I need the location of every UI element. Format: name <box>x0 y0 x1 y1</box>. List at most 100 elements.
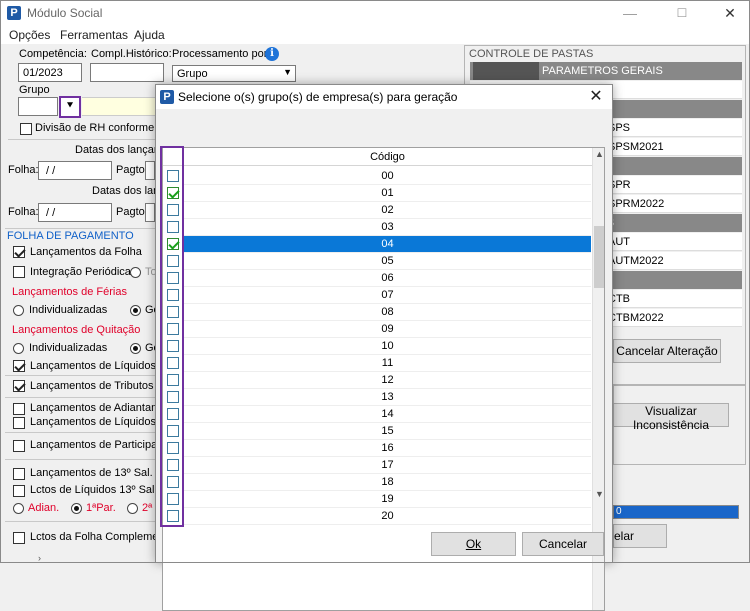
grupo-checkbox[interactable] <box>167 204 179 216</box>
grid-row[interactable]: 00 <box>163 168 591 185</box>
cancelar-alteracao-button[interactable]: Cancelar Alteração <box>613 339 721 363</box>
grupo-checkbox[interactable] <box>167 272 179 284</box>
grupo-code-cell[interactable]: 20 <box>184 508 591 525</box>
compl-historico-input[interactable] <box>90 63 164 82</box>
grid-row[interactable]: 05 <box>163 253 591 270</box>
grupo-checkbox[interactable] <box>167 170 179 182</box>
lancamentos-13-checkbox[interactable] <box>13 468 25 480</box>
grupo-checkbox[interactable] <box>167 238 179 250</box>
grupo-code-cell[interactable]: 13 <box>184 389 591 406</box>
grupo-checkbox[interactable] <box>167 408 179 420</box>
integracao-periodica-checkbox[interactable] <box>13 266 25 278</box>
maximize-icon[interactable]: ☐ <box>665 1 699 25</box>
grupo-checkbox[interactable] <box>167 187 179 199</box>
info-icon[interactable]: i <box>265 47 279 61</box>
scroll-thumb[interactable] <box>594 226 604 288</box>
minimize-icon[interactable]: — <box>613 1 647 25</box>
folha-date-input-2[interactable] <box>38 203 112 222</box>
close-icon[interactable]: ✕ <box>713 1 747 25</box>
grupo-checkbox[interactable] <box>167 425 179 437</box>
grid-row[interactable]: 03 <box>163 219 591 236</box>
divisao-rh-checkbox[interactable] <box>20 123 32 135</box>
grid-row[interactable]: 15 <box>163 423 591 440</box>
grupo-code-cell[interactable]: 01 <box>184 185 591 202</box>
menu-ferramentas[interactable]: Ferramentas <box>60 28 128 42</box>
lancamentos-liquidos-ad-checkbox[interactable] <box>13 417 25 429</box>
adian-radio[interactable] <box>13 503 24 514</box>
quitacao-individualizadas-radio[interactable] <box>13 343 24 354</box>
grupo-checkbox[interactable] <box>167 306 179 318</box>
visualizar-inconsistencia-button[interactable]: Visualizar Inconsistência <box>613 403 729 432</box>
grupo-code-cell[interactable]: 03 <box>184 219 591 236</box>
grid-row[interactable]: 10 <box>163 338 591 355</box>
lancamentos-folha-checkbox[interactable] <box>13 246 25 258</box>
expand-arrow-icon[interactable]: › <box>38 553 41 563</box>
grupo-code-cell[interactable]: 12 <box>184 372 591 389</box>
lancamentos-adiantam-checkbox[interactable] <box>13 403 25 415</box>
grupo-checkbox[interactable] <box>167 323 179 335</box>
grupo-code-cell[interactable]: 16 <box>184 440 591 457</box>
scroll-up-icon[interactable]: ▲ <box>593 148 604 161</box>
grupo-input[interactable] <box>18 97 58 116</box>
grupo-code-cell[interactable]: 05 <box>184 253 591 270</box>
cancelar-dialog-button[interactable]: Cancelar <box>522 532 604 556</box>
grupo-checkbox[interactable] <box>167 289 179 301</box>
grid-row[interactable]: 19 <box>163 491 591 508</box>
ferias-individualizadas-radio[interactable] <box>13 305 24 316</box>
grupo-checkbox[interactable] <box>167 442 179 454</box>
cancelar-button-partial[interactable]: elar <box>613 524 667 548</box>
grid-row[interactable]: 11 <box>163 355 591 372</box>
grupo-checkbox[interactable] <box>167 510 179 522</box>
grid-row[interactable]: 13 <box>163 389 591 406</box>
competencia-input[interactable] <box>18 63 82 82</box>
grupo-checkbox[interactable] <box>167 255 179 267</box>
ok-button[interactable]: Ok <box>431 532 516 556</box>
primeira-parcela-radio[interactable] <box>71 503 82 514</box>
grupo-select-button[interactable]: ⯆ <box>59 96 81 118</box>
column-header-codigo[interactable]: Código <box>184 148 591 166</box>
ferias-geral-radio[interactable] <box>130 305 141 316</box>
scroll-down-icon[interactable]: ▼ <box>593 488 604 501</box>
grupo-checkbox[interactable] <box>167 221 179 233</box>
grupo-code-cell[interactable]: 04 <box>184 236 591 253</box>
grupo-checkbox[interactable] <box>167 476 179 488</box>
pagto-date-input-1[interactable] <box>145 161 155 180</box>
grid-row[interactable]: 08 <box>163 304 591 321</box>
lctos-folha-complementar-checkbox[interactable] <box>13 532 25 544</box>
lctos-liquidos-13-checkbox[interactable] <box>13 485 25 497</box>
grupo-checkbox[interactable] <box>167 459 179 471</box>
grupo-checkbox[interactable] <box>167 357 179 369</box>
grid-row[interactable]: 14 <box>163 406 591 423</box>
grupo-code-cell[interactable]: 06 <box>184 270 591 287</box>
processamento-select[interactable]: Grupo ▼ <box>172 65 296 82</box>
grid-row[interactable]: 20 <box>163 508 591 525</box>
grid-row[interactable]: 09 <box>163 321 591 338</box>
grupo-code-cell[interactable]: 11 <box>184 355 591 372</box>
pagto-date-input-2[interactable] <box>145 203 155 222</box>
grupo-code-cell[interactable]: 17 <box>184 457 591 474</box>
menu-ajuda[interactable]: Ajuda <box>134 28 165 42</box>
lancamentos-tributos-checkbox[interactable] <box>13 380 25 392</box>
grupo-code-cell[interactable]: 15 <box>184 423 591 440</box>
grupo-code-cell[interactable]: 14 <box>184 406 591 423</box>
integracao-radio[interactable] <box>130 267 141 278</box>
lancamentos-participacao-checkbox[interactable] <box>13 440 25 452</box>
grid-row[interactable]: 17 <box>163 457 591 474</box>
grid-row[interactable]: 04 <box>163 236 591 253</box>
grupo-checkbox[interactable] <box>167 391 179 403</box>
folha-date-input-1[interactable] <box>38 161 112 180</box>
grid-row[interactable]: 01 <box>163 185 591 202</box>
grupo-code-cell[interactable]: 19 <box>184 491 591 508</box>
grid-row[interactable]: 07 <box>163 287 591 304</box>
grid-row[interactable]: 12 <box>163 372 591 389</box>
grupo-code-cell[interactable]: 18 <box>184 474 591 491</box>
grupo-code-cell[interactable]: 07 <box>184 287 591 304</box>
grupo-code-cell[interactable]: 08 <box>184 304 591 321</box>
menu-opcoes[interactable]: Opções <box>9 28 50 42</box>
segunda-parcela-radio[interactable] <box>127 503 138 514</box>
grupo-checkbox[interactable] <box>167 493 179 505</box>
grid-row[interactable]: 02 <box>163 202 591 219</box>
grupo-code-cell[interactable]: 09 <box>184 321 591 338</box>
grupo-checkbox[interactable] <box>167 340 179 352</box>
grupo-code-cell[interactable]: 10 <box>184 338 591 355</box>
